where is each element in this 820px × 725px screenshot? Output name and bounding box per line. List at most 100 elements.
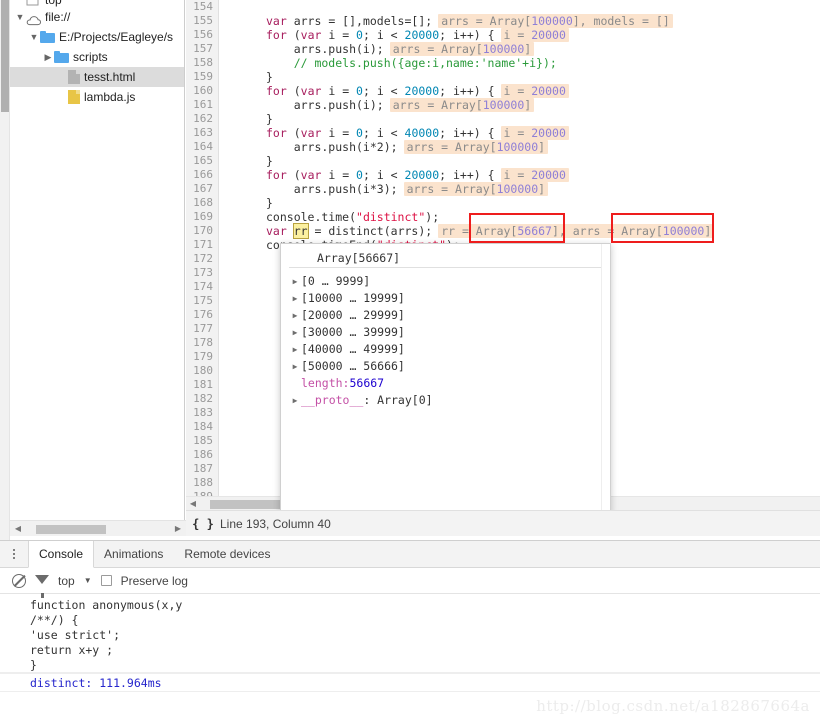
line-number[interactable]: 181 [186, 378, 218, 392]
scroll-left-arrow[interactable]: ◀ [10, 521, 26, 537]
code-line[interactable]: // models.push({age:i,name:'name'+i}); [220, 56, 820, 70]
line-number[interactable]: 187 [186, 462, 218, 476]
inspector-row[interactable]: ▶ __proto__: Array[0] [287, 392, 610, 409]
tree-item-top[interactable]: top [10, 0, 184, 7]
expand-triangle-right-icon[interactable]: ▶ [42, 47, 54, 67]
scrollbar-thumb[interactable] [210, 500, 290, 509]
expand-triangle-right-icon[interactable]: ▶ [289, 392, 301, 409]
expand-triangle-down-icon[interactable]: ▼ [28, 27, 40, 47]
line-number[interactable]: 177 [186, 322, 218, 336]
chevron-down-icon[interactable]: ▼ [84, 576, 92, 585]
scroll-right-arrow[interactable]: ▶ [170, 521, 186, 537]
filter-icon[interactable] [35, 575, 49, 598]
line-number[interactable]: 188 [186, 476, 218, 490]
expand-triangle-down-icon[interactable]: ▼ [14, 7, 26, 27]
line-number[interactable]: 155 [186, 14, 218, 28]
code-token: } [266, 112, 273, 126]
drawer-tab-animations[interactable]: Animations [94, 541, 174, 567]
line-number[interactable]: 168 [186, 196, 218, 210]
inspector-row[interactable]: ▶ [40000 … 49999] [287, 341, 610, 358]
line-number[interactable]: 159 [186, 70, 218, 84]
expand-triangle-right-icon[interactable]: ▶ [289, 324, 301, 341]
line-number[interactable]: 180 [186, 364, 218, 378]
line-number[interactable]: 185 [186, 434, 218, 448]
code-line[interactable]: arrs.push(i*3); arrs = Array[100000] [220, 182, 820, 196]
expand-triangle-right-icon[interactable]: ▶ [289, 273, 301, 290]
line-number[interactable]: 183 [186, 406, 218, 420]
inspector-row[interactable]: ▶ [30000 … 39999] [287, 324, 610, 341]
code-line[interactable]: arrs.push(i); arrs = Array[100000] [220, 42, 820, 56]
code-line[interactable]: console.time("distinct"); [220, 210, 820, 224]
line-number[interactable]: 167 [186, 182, 218, 196]
line-number[interactable]: 184 [186, 420, 218, 434]
line-number[interactable]: 163 [186, 126, 218, 140]
tree-item-tesst-html[interactable]: tesst.html [10, 67, 184, 87]
line-number[interactable]: 157 [186, 42, 218, 56]
execution-context-label[interactable]: top [58, 574, 75, 588]
inspector-row[interactable]: ▶ [10000 … 19999] [287, 290, 610, 307]
line-number[interactable]: 160 [186, 84, 218, 98]
line-number[interactable]: 170 [186, 224, 218, 238]
inspector-row[interactable]: ▶ [50000 … 56666] [287, 358, 610, 375]
line-number[interactable]: 171 [186, 238, 218, 252]
code-line[interactable]: } [220, 112, 820, 126]
line-number[interactable]: 176 [186, 308, 218, 322]
line-number[interactable]: 169 [186, 210, 218, 224]
line-number[interactable]: 179 [186, 350, 218, 364]
code-line[interactable]: arrs.push(i); arrs = Array[100000] [220, 98, 820, 112]
popup-scrollbar[interactable] [601, 244, 610, 512]
inspector-row[interactable]: ▶ [0 … 9999] [287, 273, 610, 290]
drawer-tab-remote-devices[interactable]: Remote devices [174, 541, 281, 567]
code-line[interactable]: } [220, 154, 820, 168]
line-number[interactable]: 161 [186, 98, 218, 112]
left-vertical-scrollbar[interactable] [0, 0, 10, 540]
expand-triangle-right-icon[interactable]: ▶ [289, 290, 301, 307]
clear-console-icon[interactable] [12, 573, 26, 588]
code-line[interactable]: var arrs = [],models=[]; arrs = Array[100… [220, 14, 820, 28]
line-number[interactable]: 158 [186, 56, 218, 70]
navigator-horizontal-scrollbar[interactable]: ◀ ▶ [10, 520, 186, 536]
line-number[interactable]: 162 [186, 112, 218, 126]
code-line[interactable]: for (var i = 0; i < 20000; i++) {i = 200… [220, 28, 820, 42]
preserve-log-checkbox[interactable] [100, 575, 112, 586]
curly-braces-icon[interactable]: { } [186, 517, 220, 531]
object-inspector-popup[interactable]: Array[56667] ▶ [0 … 9999] ▶ [10000 … 19999]… [280, 243, 611, 513]
scrollbar-thumb[interactable] [36, 525, 106, 534]
inspector-row[interactable]: ▶ [20000 … 29999] [287, 307, 610, 324]
more-options-icon[interactable] [0, 541, 28, 567]
tree-item-lambda-js[interactable]: lambda.js [10, 87, 184, 107]
line-number[interactable]: 182 [186, 392, 218, 406]
line-number[interactable]: 156 [186, 28, 218, 42]
tree-item-scripts[interactable]: ▶ scripts [10, 47, 184, 67]
inspector-row[interactable]: length: 56667 [287, 375, 610, 392]
expand-triangle-right-icon[interactable]: ▶ [289, 358, 301, 375]
line-number[interactable]: 175 [186, 294, 218, 308]
line-number[interactable]: 164 [186, 140, 218, 154]
code-line[interactable]: } [220, 196, 820, 210]
code-line[interactable]: for (var i = 0; i < 20000; i++) {i = 200… [220, 168, 820, 182]
line-number[interactable]: 154 [186, 0, 218, 14]
code-line[interactable]: arrs.push(i*2); arrs = Array[100000] [220, 140, 820, 154]
tree-item-file-[interactable]: ▼ file:// [10, 7, 184, 27]
page-icon [26, 0, 41, 6]
line-number[interactable]: 178 [186, 336, 218, 350]
code-line[interactable]: for (var i = 0; i < 40000; i++) {i = 200… [220, 126, 820, 140]
scrollbar-thumb[interactable] [1, 0, 9, 112]
tree-item-e-projects-eagleye-s[interactable]: ▼ E:/Projects/Eagleye/s [10, 27, 184, 47]
scroll-left-arrow[interactable]: ◀ [186, 497, 200, 511]
expand-triangle-right-icon[interactable]: ▶ [289, 341, 301, 358]
line-number[interactable]: 174 [186, 280, 218, 294]
code-line[interactable]: for (var i = 0; i < 20000; i++) {i = 200… [220, 84, 820, 98]
code-token: 0 [356, 84, 363, 98]
code-line[interactable]: var rr = distinct(arrs); rr = Array[56667… [220, 223, 820, 239]
drawer-tab-console[interactable]: Console [28, 541, 95, 568]
line-number[interactable]: 165 [186, 154, 218, 168]
line-number[interactable]: 186 [186, 448, 218, 462]
line-number[interactable]: 172 [186, 252, 218, 266]
line-number[interactable]: 166 [186, 168, 218, 182]
expand-triangle-right-icon[interactable]: ▶ [289, 307, 301, 324]
preserve-log-label[interactable]: Preserve log [121, 574, 188, 588]
code-line[interactable] [220, 0, 820, 14]
code-line[interactable]: } [220, 70, 820, 84]
line-number[interactable]: 173 [186, 266, 218, 280]
